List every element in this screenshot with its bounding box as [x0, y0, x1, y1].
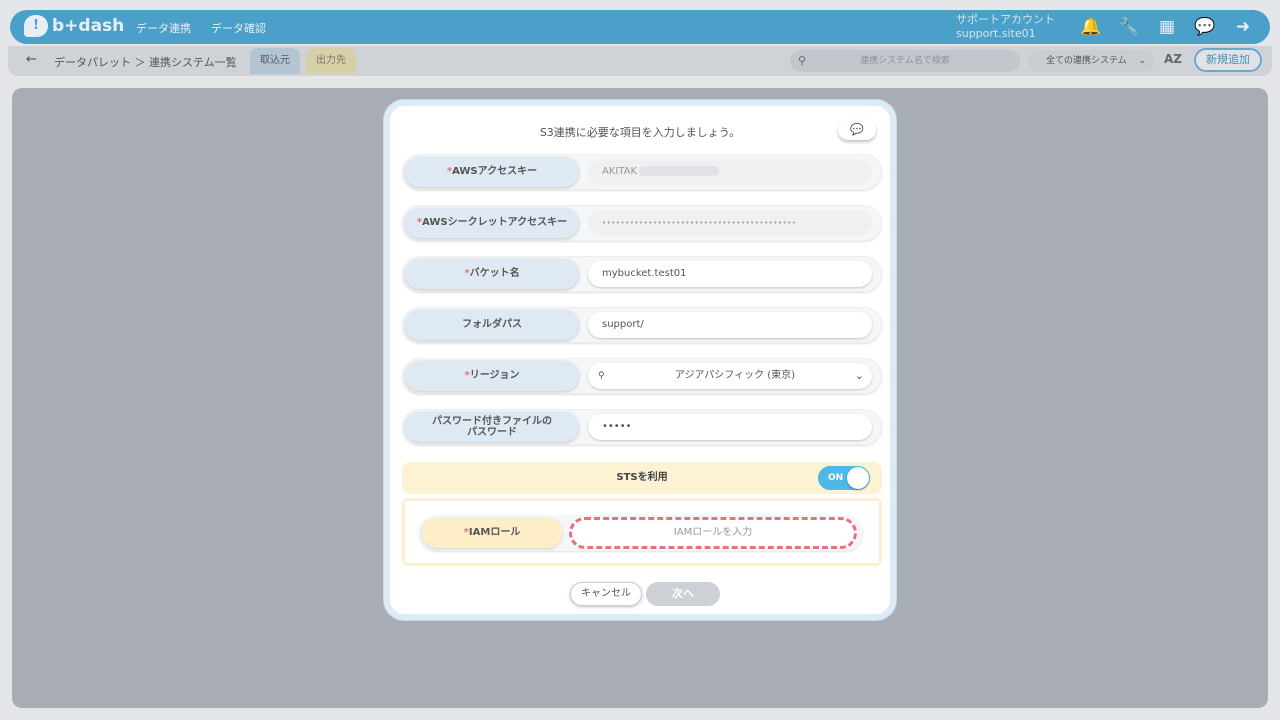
modal-title: S3連携に必要な項目を入力しましょう。 — [539, 126, 741, 139]
top-icons: 🔔 🔧 ▦ 💬 ➜ — [1080, 16, 1254, 38]
account-site: support.site01 — [956, 27, 1036, 40]
wrench-icon[interactable]: 🔧 — [1118, 16, 1140, 38]
search-icon: ⚲ — [798, 54, 807, 67]
logo-icon: ! — [24, 15, 48, 37]
nav-data-integration[interactable]: データ連携 — [136, 20, 191, 36]
field-row-file-password: パスワード付きファイルの パスワード ••••• — [402, 409, 882, 445]
tab-source[interactable]: 取込元 — [250, 48, 300, 74]
sts-label: STSを利用 — [616, 472, 668, 483]
sort-az-icon[interactable]: AZ — [1164, 52, 1182, 66]
system-filter-select[interactable]: 全ての連携システム ⌄ — [1028, 50, 1154, 72]
field-row-folder: フォルダパス support/ — [402, 307, 882, 343]
bell-icon[interactable]: 🔔 — [1080, 16, 1102, 38]
bucket-input[interactable]: mybucket.test01 — [588, 261, 872, 287]
region-value: アジアパシフィック (東京) — [674, 370, 796, 381]
back-arrow-icon[interactable]: ← — [26, 52, 37, 67]
top-nav: データ連携 データ確認 — [136, 20, 266, 36]
sts-toggle[interactable]: ON — [818, 466, 870, 490]
access-key-label: *AWSアクセスキー — [405, 157, 579, 187]
iam-role-input[interactable]: IAMロールを入力 — [569, 517, 857, 549]
account-name: サポートアカウント — [956, 13, 1055, 26]
grid-icon[interactable]: ▦ — [1156, 16, 1178, 38]
chevron-down-icon: ⌄ — [1138, 56, 1146, 66]
toggle-knob — [847, 467, 869, 489]
cancel-button[interactable]: キャンセル — [570, 582, 642, 606]
next-button[interactable]: 次へ — [646, 582, 720, 606]
top-bar: ! b+dash データ連携 データ確認 サポートアカウント support.s… — [10, 10, 1270, 44]
nav-data-check[interactable]: データ確認 — [211, 20, 266, 36]
file-password-label: パスワード付きファイルの パスワード — [405, 412, 579, 442]
search-placeholder: 連携システム名で検索 — [860, 56, 950, 66]
field-row-access-key: *AWSアクセスキー AKITAK — [402, 154, 882, 190]
add-new-button[interactable]: 新規追加 — [1194, 48, 1262, 72]
secret-key-label: *AWSシークレットアクセスキー — [405, 208, 579, 238]
field-row-bucket: *バケット名 mybucket.test01 — [402, 256, 882, 292]
bucket-label: *バケット名 — [405, 259, 579, 289]
sts-row: STSを利用 ON — [402, 462, 882, 494]
logout-icon[interactable]: ➜ — [1232, 16, 1254, 38]
field-row-region: *リージョン ⚲ アジアパシフィック (東京) ⌄ — [402, 358, 882, 394]
access-key-input[interactable]: AKITAK — [588, 159, 872, 185]
chat-icon[interactable]: 💬 — [1194, 16, 1216, 38]
chat-help-icon[interactable]: 💬 — [838, 120, 876, 140]
breadcrumb: データパレット ＞ 連携システム一覧 — [54, 56, 237, 69]
field-row-secret-key: *AWSシークレットアクセスキー •••••••••••••••••••••••… — [402, 205, 882, 241]
app-logo[interactable]: ! b+dash — [24, 15, 124, 37]
sub-bar: ← データパレット ＞ 連携システム一覧 取込元 出力先 ⚲ 連携システム名で検… — [8, 46, 1272, 76]
logo-text: b+dash — [52, 16, 125, 36]
iam-role-section: *IAMロール IAMロールを入力 — [402, 498, 882, 566]
chevron-down-icon: ⌄ — [854, 369, 864, 382]
search-icon: ⚲ — [598, 371, 605, 381]
region-select[interactable]: ⚲ アジアパシフィック (東京) ⌄ — [588, 363, 872, 389]
system-search-input[interactable]: ⚲ 連携システム名で検索 — [790, 50, 1020, 72]
account-info[interactable]: サポートアカウント support.site01 — [956, 13, 1055, 41]
secret-key-input[interactable]: ••••••••••••••••••••••••••••••••••••••••… — [588, 210, 872, 236]
folder-path-input[interactable]: support/ — [588, 312, 872, 338]
tab-destination[interactable]: 出力先 — [306, 48, 356, 74]
s3-settings-modal: S3連携に必要な項目を入力しましょう。 💬 *AWSアクセスキー AKITAK … — [384, 100, 896, 620]
folder-path-label: フォルダパス — [405, 310, 579, 340]
iam-role-label: *IAMロール — [422, 518, 562, 548]
toggle-label: ON — [828, 473, 844, 483]
region-label: *リージョン — [405, 361, 579, 391]
filter-value: 全ての連携システム — [1046, 56, 1127, 66]
file-password-input[interactable]: ••••• — [588, 414, 872, 440]
iam-role-row: *IAMロール IAMロールを入力 — [419, 515, 863, 551]
